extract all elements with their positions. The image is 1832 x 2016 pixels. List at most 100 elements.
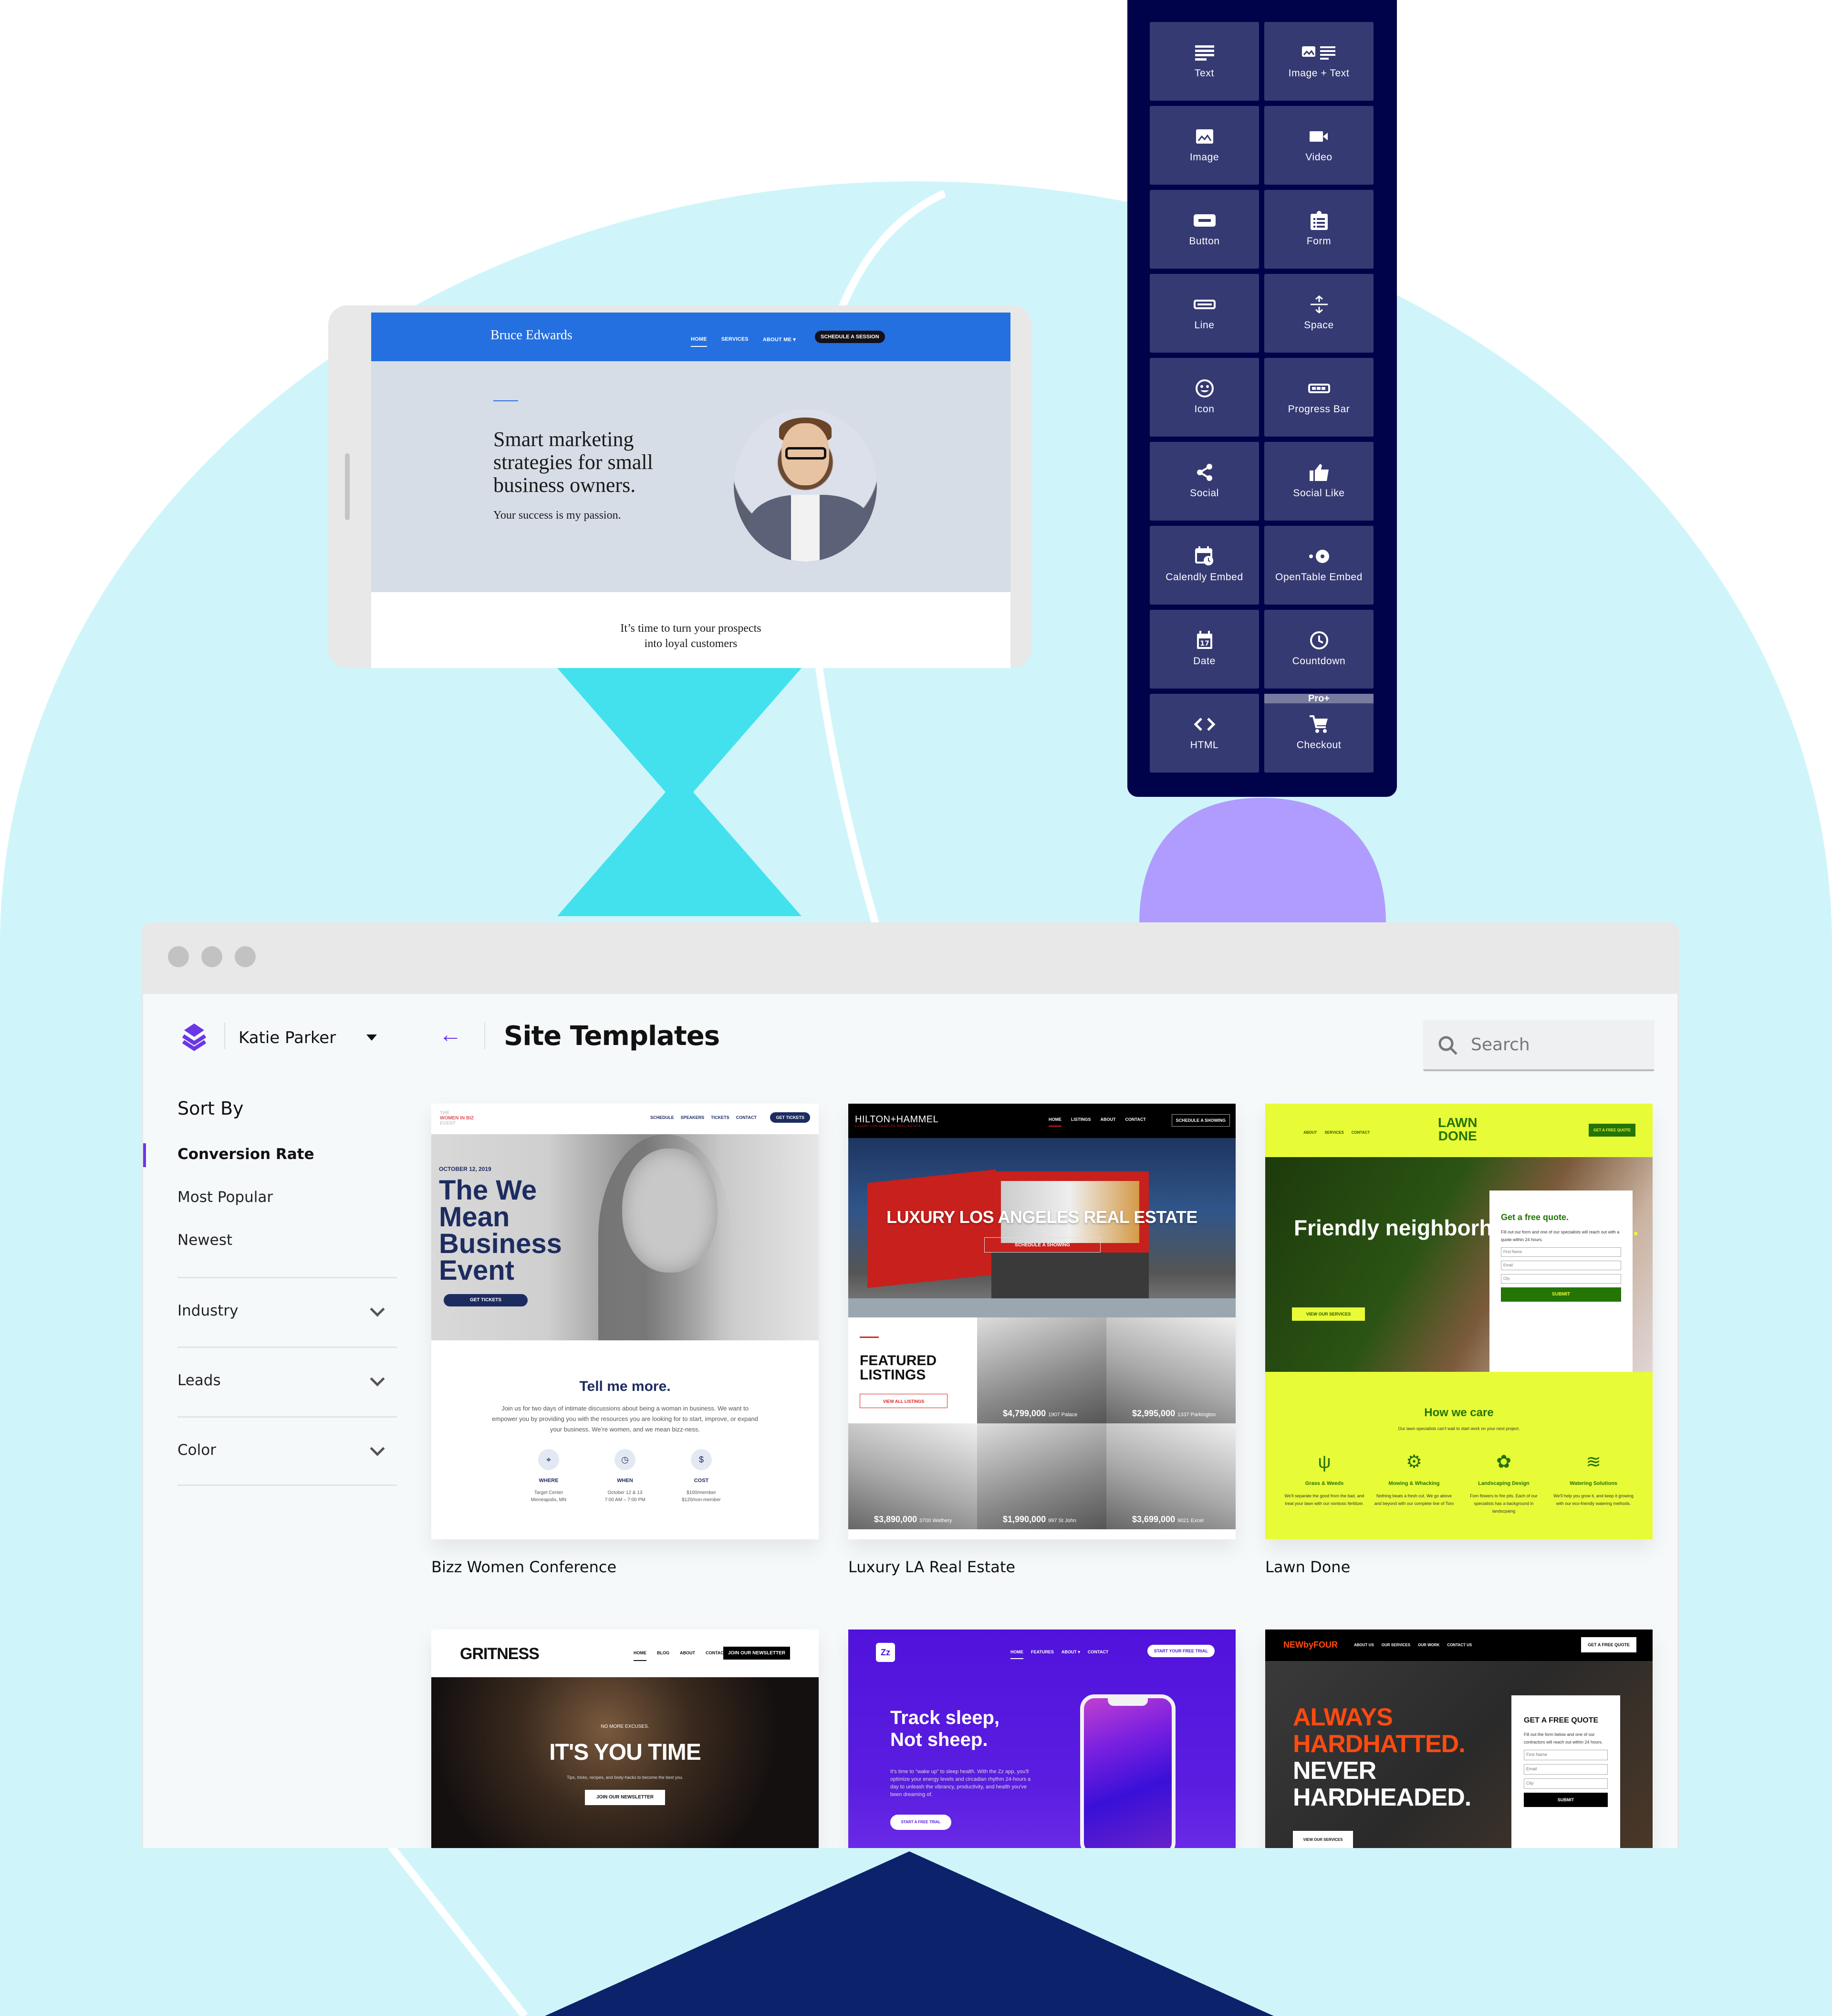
- svg-text:17: 17: [1200, 640, 1209, 648]
- section-title: Tell me more.: [579, 1379, 671, 1394]
- service-item: ψ Grass & Weeds We'll separate the good fr…: [1284, 1450, 1365, 1515]
- widget-date[interactable]: 17 Date: [1150, 610, 1259, 689]
- filter-color[interactable]: Color: [177, 1416, 397, 1486]
- grass-icon: ψ: [1318, 1452, 1331, 1472]
- nav-link-services[interactable]: SERVICES: [721, 336, 749, 342]
- code-icon: [1150, 714, 1259, 735]
- fact-cost: $ COST $100/member $120/non-member: [677, 1449, 725, 1504]
- nav-link: SPEAKERS: [680, 1115, 705, 1120]
- widget-label: OpenTable Embed: [1275, 572, 1363, 583]
- template-card-zz[interactable]: Zz HOME FEATURES ABOUT ▾ CONTACT START Y…: [848, 1630, 1236, 1848]
- filter-leads[interactable]: Leads: [177, 1347, 397, 1416]
- filter-industry[interactable]: Industry: [177, 1277, 397, 1347]
- template-cta: SCHEDULE A SHOWING: [1171, 1114, 1230, 1127]
- search-box[interactable]: [1423, 1020, 1655, 1071]
- nav-link: LISTINGS: [1071, 1117, 1091, 1122]
- event-date: OCTOBER 12, 2019: [439, 1166, 491, 1172]
- widget-opentable-embed[interactable]: OpenTable Embed: [1264, 526, 1374, 605]
- nav-link: SERVICES: [1324, 1130, 1344, 1135]
- template-hero-button: VIEW OUR SERVICES: [1293, 1831, 1353, 1848]
- template-card-lawn-done[interactable]: ABOUT SERVICES CONTACT LAWN DONE GET A FR…: [1265, 1104, 1653, 1539]
- template-card-bizz[interactable]: THE WOMEN IN BIZ EVENT SCHEDULE SPEAKERS T…: [431, 1104, 819, 1539]
- nav-link: TICKETS: [711, 1115, 729, 1120]
- white-curve-lower: [388, 1844, 528, 2016]
- widget-line[interactable]: Line: [1150, 274, 1259, 353]
- widget-label: Countdown: [1292, 656, 1346, 667]
- template-hero: ALWAYS HARDHATTED. NEVER HARDHEADED. GET A …: [1265, 1661, 1653, 1848]
- widget-text[interactable]: Text: [1150, 22, 1259, 101]
- smiley-icon: [1150, 378, 1259, 399]
- image-text-icon: [1264, 42, 1374, 63]
- sort-option-newest[interactable]: Newest: [177, 1232, 232, 1249]
- widget-social-like[interactable]: Social Like: [1264, 442, 1374, 521]
- page-title: Site Templates: [504, 1021, 720, 1052]
- pro-badge: Pro+: [1264, 694, 1374, 703]
- listing-tile: $3,890,000 3700 Wethery: [848, 1423, 977, 1529]
- template-nav-links: HOME LISTINGS ABOUT CONTACT: [1049, 1117, 1146, 1127]
- nav-link-about[interactable]: ABOUT ME ▾: [763, 336, 796, 343]
- calendar-clock-icon: [1150, 546, 1259, 567]
- template-hero-button: GET TICKETS: [444, 1294, 528, 1306]
- line-icon: [1150, 294, 1259, 315]
- form-icon: [1264, 210, 1374, 231]
- template-hero-button: VIEW OUR SERVICES: [1292, 1307, 1365, 1321]
- widget-html[interactable]: HTML: [1150, 694, 1259, 773]
- clock-icon: [1264, 630, 1374, 651]
- template-logo: HILTON+HAMMEL LUXURY LOS ANGELES REAL EST…: [855, 1114, 939, 1128]
- template-headline: IT'S YOU TIME: [549, 1740, 701, 1765]
- template-name[interactable]: Luxury LA Real Estate: [848, 1558, 1015, 1576]
- widget-social[interactable]: Social: [1150, 442, 1259, 521]
- listings-grid: FEATURED LISTINGS VIEW ALL LISTINGS $4,79…: [848, 1317, 1236, 1539]
- template-nav: NEWbyFOUR ABOUT US OUR SERVICES OUR WORK…: [1265, 1630, 1653, 1661]
- service-item: ⚙ Mowing & Whacking Nothing beats a fresh …: [1374, 1450, 1455, 1515]
- widget-form[interactable]: Form: [1264, 190, 1374, 269]
- hero-headline: Smart marketing strategies for small bus…: [493, 428, 653, 497]
- widget-icon[interactable]: Icon: [1150, 358, 1259, 437]
- search-input[interactable]: [1471, 1029, 1643, 1060]
- template-info-section: Tell me more. Join us for two days of in…: [431, 1340, 819, 1504]
- widget-countdown[interactable]: Countdown: [1264, 610, 1374, 689]
- widget-label: Line: [1194, 320, 1215, 331]
- service-item: ≋ Watering Solutions We'll help you grow i…: [1553, 1450, 1634, 1515]
- sort-option-conversion-rate[interactable]: Conversion Rate: [177, 1146, 314, 1163]
- widget-button[interactable]: Button: [1150, 190, 1259, 269]
- site-hero: Smart marketing strategies for small bus…: [371, 361, 1010, 592]
- sort-option-most-popular[interactable]: Most Popular: [177, 1189, 273, 1206]
- template-card-gritness[interactable]: GRITNESS HOME BLOG ABOUT CONTACT US JOIN…: [431, 1630, 819, 1848]
- hero-subtext: Tips, tricks, recipes, and body-hacks to…: [567, 1775, 683, 1780]
- widget-image[interactable]: Image: [1150, 106, 1259, 185]
- template-cta: GET TICKETS: [770, 1112, 810, 1123]
- hero-kicker: NO MORE EXCUSES.: [601, 1724, 649, 1729]
- widget-image-text[interactable]: Image + Text: [1264, 22, 1374, 101]
- widget-label: Form: [1306, 236, 1332, 247]
- caret-down-icon[interactable]: [366, 1034, 377, 1041]
- nav-link-home[interactable]: HOME: [691, 336, 707, 347]
- template-name[interactable]: Bizz Women Conference: [431, 1558, 616, 1576]
- phone-mockup: [1080, 1694, 1176, 1848]
- widget-progress-bar[interactable]: Progress Bar: [1264, 358, 1374, 437]
- widget-label: Icon: [1194, 404, 1215, 415]
- text-icon: [1150, 42, 1259, 63]
- widget-label: Image + Text: [1288, 68, 1350, 79]
- tagline-line-1: It’s time to turn your prospects: [620, 622, 761, 635]
- schedule-session-button[interactable]: SCHEDULE A SESSION: [815, 331, 885, 343]
- template-card-la-real-estate[interactable]: HILTON+HAMMEL LUXURY LOS ANGELES REAL EST…: [848, 1104, 1236, 1539]
- template-nav: HILTON+HAMMEL LUXURY LOS ANGELES REAL EST…: [848, 1104, 1236, 1138]
- template-card-newbyfour[interactable]: NEWbyFOUR ABOUT US OUR SERVICES OUR WORK…: [1265, 1630, 1653, 1848]
- template-logo: NEWbyFOUR: [1283, 1640, 1338, 1650]
- window-dot: [235, 946, 256, 967]
- template-name[interactable]: Lawn Done: [1265, 1558, 1350, 1576]
- widget-video[interactable]: Video: [1264, 106, 1374, 185]
- chevron-down-icon: [370, 1441, 385, 1456]
- template-cta: START YOUR FREE TRIAL: [1147, 1645, 1215, 1657]
- widget-calendly-embed[interactable]: Calendly Embed: [1150, 526, 1259, 605]
- widget-checkout[interactable]: Pro+ Checkout: [1264, 694, 1374, 773]
- back-arrow-icon[interactable]: ←: [439, 1022, 462, 1048]
- section-body: Join us for two days of intimate discuss…: [492, 1405, 758, 1433]
- account-switcher[interactable]: Katie Parker: [239, 1028, 336, 1047]
- nav-link: ABOUT: [1100, 1117, 1116, 1122]
- layers-logo-icon: [182, 1024, 207, 1051]
- template-cta: JOIN OUR NEWSLETTER: [723, 1647, 790, 1660]
- widget-space[interactable]: Space: [1264, 274, 1374, 353]
- template-nav: THE WOMEN IN BIZ EVENT SCHEDULE SPEAKERS T…: [431, 1104, 819, 1134]
